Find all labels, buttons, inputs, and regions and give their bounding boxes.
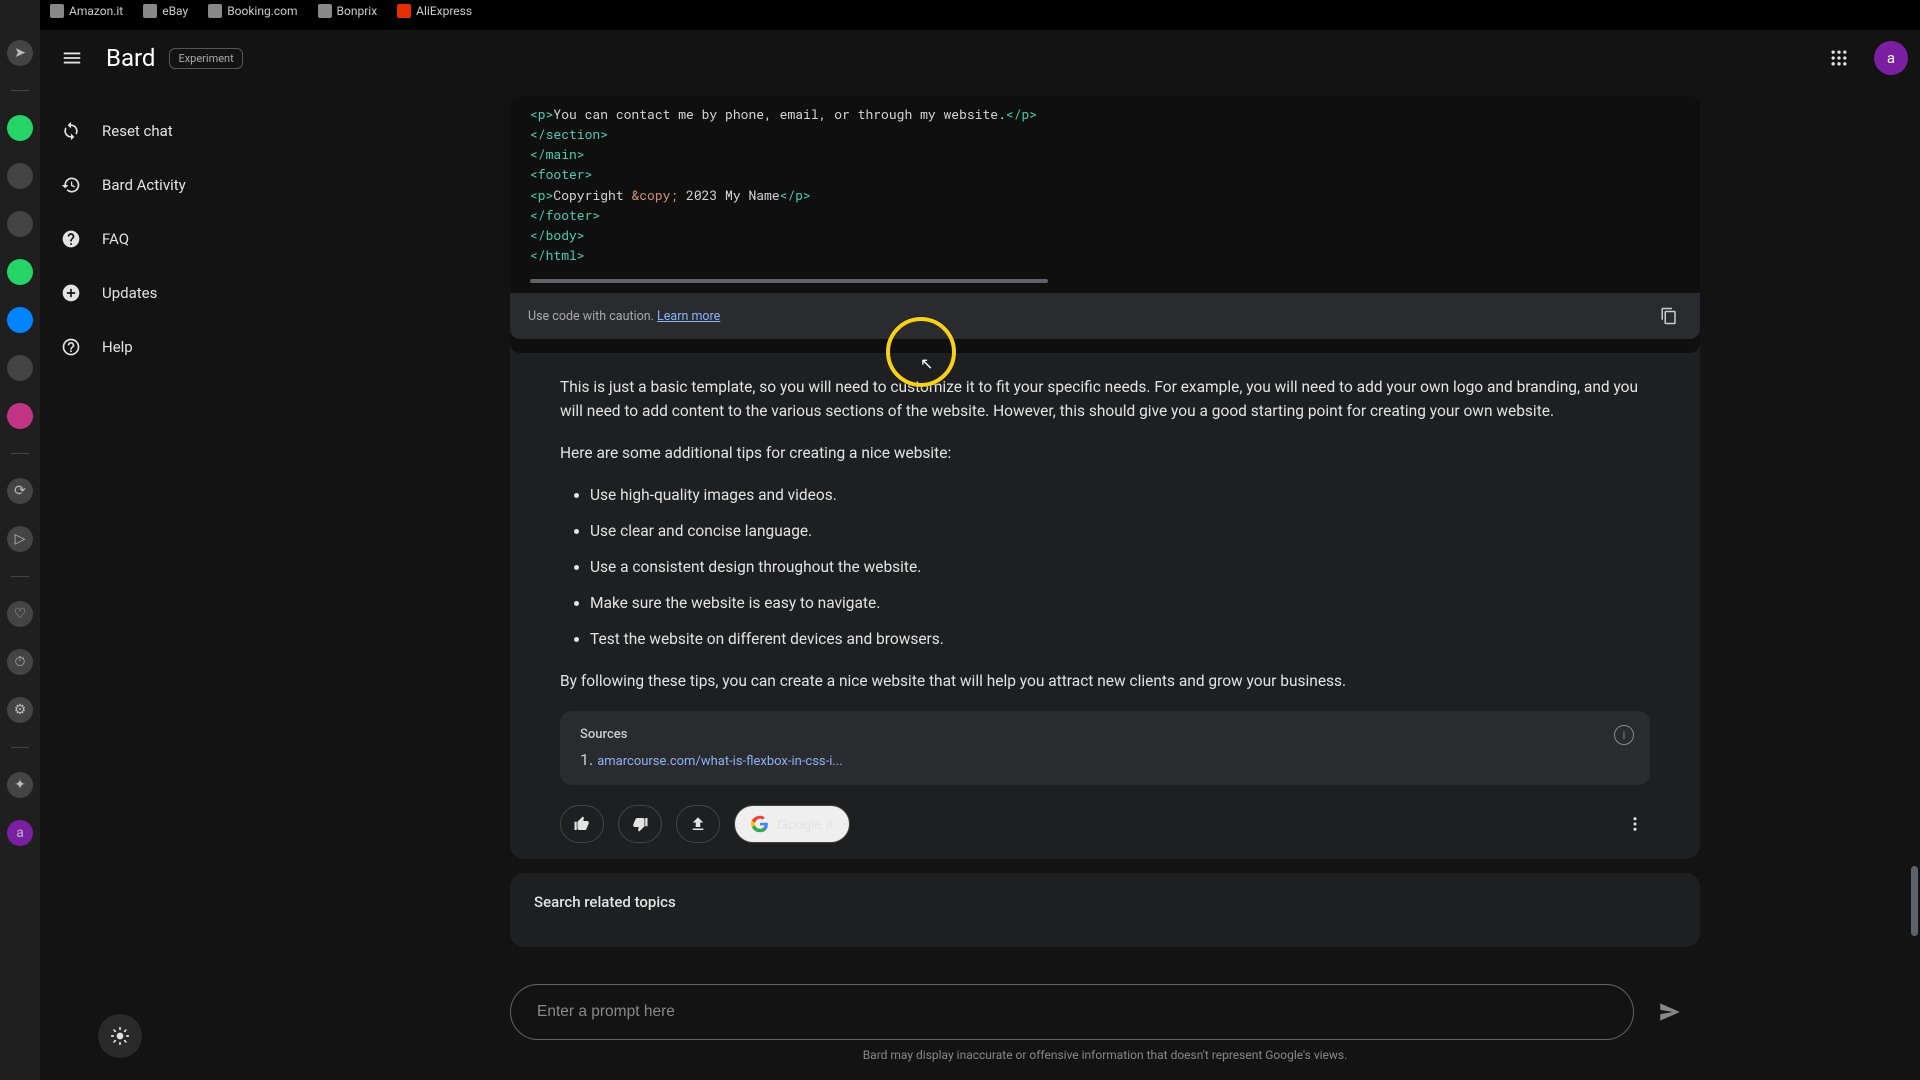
copy-code-button[interactable] [1656, 303, 1682, 329]
code-caution-bar: Use code with caution. Learn more [510, 293, 1700, 339]
thumbs-down-button[interactable] [618, 805, 662, 843]
user-avatar[interactable]: a [1874, 41, 1908, 75]
input-area: Bard may display inaccurate or offensive… [510, 970, 1700, 1080]
rail-icon[interactable]: ♡ [7, 601, 33, 627]
updates-icon [60, 282, 82, 304]
response-actions: Google it [510, 785, 1700, 843]
bookmark-booking[interactable]: Booking.com [208, 4, 297, 18]
thumbs-up-button[interactable] [560, 805, 604, 843]
more-actions-button[interactable] [1620, 815, 1650, 833]
sidebar-item-label: Bard Activity [102, 176, 186, 194]
rail-icon[interactable]: ⏱ [7, 649, 33, 675]
rail-avatar[interactable]: a [7, 820, 33, 846]
sidebar-item-help[interactable]: Help [40, 322, 350, 372]
learn-more-link[interactable]: Learn more [657, 309, 720, 324]
app-header: Bard Experiment a [40, 30, 1920, 86]
google-apps-button[interactable] [1820, 39, 1858, 77]
bookmark-amazon[interactable]: Amazon.it [50, 4, 123, 18]
theme-toggle-button[interactable] [98, 1014, 142, 1058]
share-button[interactable] [676, 805, 720, 843]
bookmark-ebay[interactable]: eBay [143, 4, 188, 18]
disclaimer-text: Bard may display inaccurate or offensive… [510, 1040, 1700, 1076]
rail-icon[interactable]: ➤ [7, 40, 33, 66]
response-paragraph: By following these tips, you can create … [560, 669, 1650, 693]
sidebar-item-faq[interactable]: FAQ [40, 214, 350, 264]
rail-icon[interactable]: ✦ [7, 772, 33, 798]
os-left-rail: ➤ ⟳ ▷ ♡ ⏱ ⚙ ✦ a [0, 0, 40, 1080]
sidebar-item-updates[interactable]: Updates [40, 268, 350, 318]
sources-title: Sources [580, 727, 1630, 742]
send-button[interactable] [1650, 992, 1690, 1032]
rail-icon[interactable]: ▷ [7, 526, 33, 552]
rail-icon[interactable] [7, 355, 33, 381]
experiment-badge: Experiment [169, 48, 242, 69]
reset-icon [60, 120, 82, 142]
prompt-field-wrapper[interactable] [510, 984, 1634, 1040]
source-item[interactable]: 1. amarcourse.com/what-is-flexbox-in-css… [580, 750, 1630, 769]
menu-button[interactable] [52, 38, 92, 78]
sidebar: Reset chat Bard Activity FAQ Updates Hel… [40, 86, 350, 1080]
chat-scroll-area[interactable]: <p>You can contact me by phone, email, o… [510, 86, 1700, 970]
sidebar-item-label: Help [102, 338, 133, 356]
sources-box: Sources 1. amarcourse.com/what-is-flexbo… [560, 711, 1650, 785]
google-it-button[interactable]: Google it [734, 805, 850, 843]
list-item: Make sure the website is easy to navigat… [590, 591, 1650, 615]
list-item: Test the website on different devices an… [590, 627, 1650, 651]
faq-icon [60, 228, 82, 250]
rail-icon[interactable] [7, 307, 33, 333]
google-logo-icon [751, 815, 769, 833]
info-icon[interactable]: i [1614, 725, 1634, 745]
rail-icon[interactable] [7, 259, 33, 285]
rail-icon[interactable] [7, 163, 33, 189]
rail-icon[interactable] [7, 403, 33, 429]
response-prose: This is just a basic template, so you wi… [510, 353, 1700, 693]
brand-title: Bard [106, 44, 155, 72]
sidebar-item-label: Updates [102, 284, 157, 302]
sidebar-item-label: FAQ [102, 230, 129, 248]
bookmark-aliexpress[interactable]: AliExpress [397, 4, 472, 18]
main-content: <p>You can contact me by phone, email, o… [350, 86, 1920, 1080]
sidebar-item-label: Reset chat [102, 122, 173, 140]
caution-text: Use code with caution. Learn more [528, 309, 720, 324]
bookmark-bonprix[interactable]: Bonprix [318, 4, 378, 18]
sidebar-item-bard-activity[interactable]: Bard Activity [40, 160, 350, 210]
prompt-input[interactable] [537, 1003, 1607, 1021]
code-block: <p>You can contact me by phone, email, o… [510, 96, 1700, 353]
help-icon [60, 336, 82, 358]
rail-icon[interactable]: ⟳ [7, 478, 33, 504]
response-card: <p>You can contact me by phone, email, o… [510, 96, 1700, 859]
sidebar-item-reset-chat[interactable]: Reset chat [40, 106, 350, 156]
bard-app: Bard Experiment a Reset chat Bard Activi… [40, 30, 1920, 1080]
related-topics-card[interactable]: Search related topics [510, 873, 1700, 947]
vertical-scrollbar[interactable] [1911, 866, 1918, 936]
list-item: Use high-quality images and videos. [590, 483, 1650, 507]
code-content: <p>You can contact me by phone, email, o… [510, 104, 1700, 265]
rail-icon[interactable] [7, 211, 33, 237]
code-horizontal-scrollbar[interactable] [530, 279, 1680, 283]
list-item: Use clear and concise language. [590, 519, 1650, 543]
rail-icon[interactable] [7, 115, 33, 141]
list-item: Use a consistent design throughout the w… [590, 555, 1650, 579]
activity-icon [60, 174, 82, 196]
response-paragraph: This is just a basic template, so you wi… [560, 375, 1650, 423]
browser-bookmarks-bar: Amazon.it eBay Booking.com Bonprix AliEx… [50, 0, 472, 22]
rail-icon[interactable]: ⚙ [7, 697, 33, 723]
response-paragraph: Here are some additional tips for creati… [560, 441, 1650, 465]
response-list: Use high-quality images and videos. Use … [590, 483, 1650, 651]
